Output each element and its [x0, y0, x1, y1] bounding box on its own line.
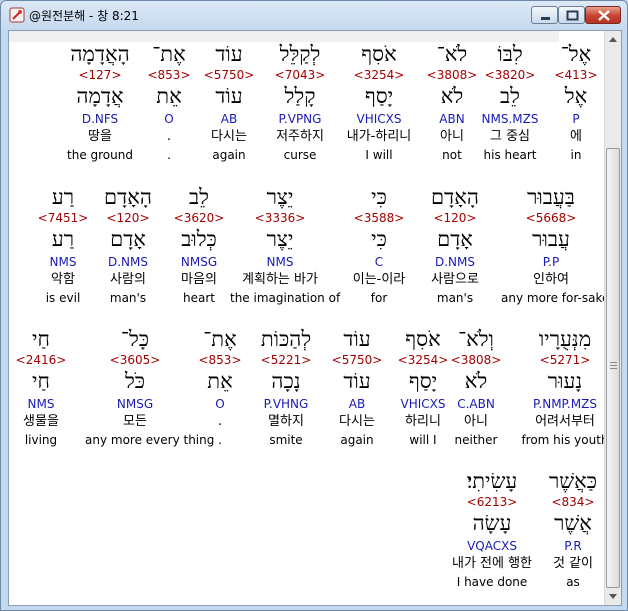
strong-number: <6213> — [466, 495, 518, 509]
scrollbar-thumb[interactable] — [606, 148, 620, 588]
strong-number: <5668> — [525, 211, 577, 225]
close-button[interactable] — [585, 6, 621, 24]
strong-number: <3588> — [353, 211, 405, 225]
english-gloss: is evil — [45, 291, 81, 305]
korean-gloss: . — [217, 414, 223, 429]
korean-gloss: 이는-이라 — [352, 272, 406, 287]
hebrew-word: מִנְּעֻרָיו — [538, 327, 592, 351]
parsing-code: C — [374, 255, 384, 269]
korean-gloss: 어려서부터 — [535, 414, 595, 429]
client-area: אֶל־ <413> אֶל P 에 in לִבּוֹ <3820> לֵב NMS.MZS 그 … — [8, 30, 622, 606]
application-window: @원전분해 - 창 8:21 אֶל־ <413> אֶל P 에 in לִבּוֹ <38… — [0, 0, 628, 611]
strong-number: <2416> — [15, 353, 67, 367]
hebrew-root: עָשָׂה — [472, 511, 512, 535]
hebrew-word: כִּי — [371, 185, 387, 209]
minimize-button[interactable] — [531, 6, 558, 24]
hebrew-root: עֲבוּר — [532, 227, 570, 251]
korean-gloss: 내가 전에 행한 — [451, 556, 533, 571]
maximize-button[interactable] — [558, 6, 585, 24]
hebrew-word: כָּל־ — [120, 327, 150, 351]
vertical-scrollbar[interactable] — [604, 31, 621, 605]
hebrew-word: הָאֲדָמָה — [70, 42, 130, 66]
scroll-down-arrow-icon[interactable] — [605, 588, 621, 605]
hebrew-word: רַע — [51, 185, 75, 209]
parsing-code: D.NFS — [81, 112, 119, 126]
hebrew-word: בַּעֲבוּר — [527, 185, 575, 209]
hebrew-word: חַי — [32, 327, 50, 351]
hebrew-root: אֲדָמָה — [76, 84, 124, 108]
title-bar[interactable]: @원전분해 - 창 8:21 — [1, 1, 627, 29]
parsing-code: P.NMP.MZS — [533, 397, 597, 411]
english-gloss: living — [24, 433, 58, 447]
english-gloss: for — [370, 291, 388, 305]
parsing-code: P.P — [542, 255, 560, 269]
hebrew-root: כִּי — [371, 227, 387, 251]
english-gloss: any more for-sake — [501, 291, 610, 305]
strong-number: <3605> — [109, 353, 161, 367]
maximize-icon — [566, 10, 579, 21]
strong-number: <7451> — [37, 211, 89, 225]
header-strip — [9, 31, 609, 42]
interlinear-panel: אֶל־ <413> אֶל P 에 in לִבּוֹ <3820> לֵב NMS.MZS 그 … — [9, 31, 610, 605]
hebrew-root: נָעוּר — [547, 369, 583, 393]
parsing-code: NMS — [27, 397, 55, 411]
hebrew-word: אֶת־ — [203, 327, 237, 351]
korean-gloss: 땅을 — [88, 129, 112, 144]
korean-gloss: 악함 — [51, 272, 75, 287]
strong-number: <127> — [78, 68, 122, 82]
korean-gloss: 모든 — [123, 414, 147, 429]
hebrew-root: אֵת — [207, 369, 233, 393]
scroll-up-arrow-icon[interactable] — [605, 31, 621, 48]
close-icon — [598, 10, 610, 21]
minimize-icon — [541, 17, 550, 20]
strong-number: <5271> — [539, 353, 591, 367]
english-gloss: I have done — [456, 575, 528, 589]
english-gloss: any more every thing — [85, 433, 215, 447]
parsing-code: O — [215, 397, 225, 411]
hebrew-root: חַי — [32, 369, 50, 393]
hebrew-root: רַע — [51, 227, 75, 251]
hebrew-root: כֹּל — [124, 369, 146, 393]
korean-gloss: 생물을 — [23, 414, 59, 429]
english-gloss: from his youth — [521, 433, 609, 447]
strong-number: <853> — [198, 353, 242, 367]
korean-gloss: 인하여 — [533, 272, 569, 287]
hebrew-word: עָשִׂיתִי׃ — [466, 469, 518, 493]
parsing-code: NMS — [49, 255, 77, 269]
english-gloss: the ground — [67, 148, 133, 162]
app-icon — [9, 7, 25, 23]
parsing-code: VQACXS — [467, 539, 517, 553]
window-title: @원전분해 - 창 8:21 — [29, 9, 139, 23]
parsing-code: NMSG — [116, 397, 154, 411]
